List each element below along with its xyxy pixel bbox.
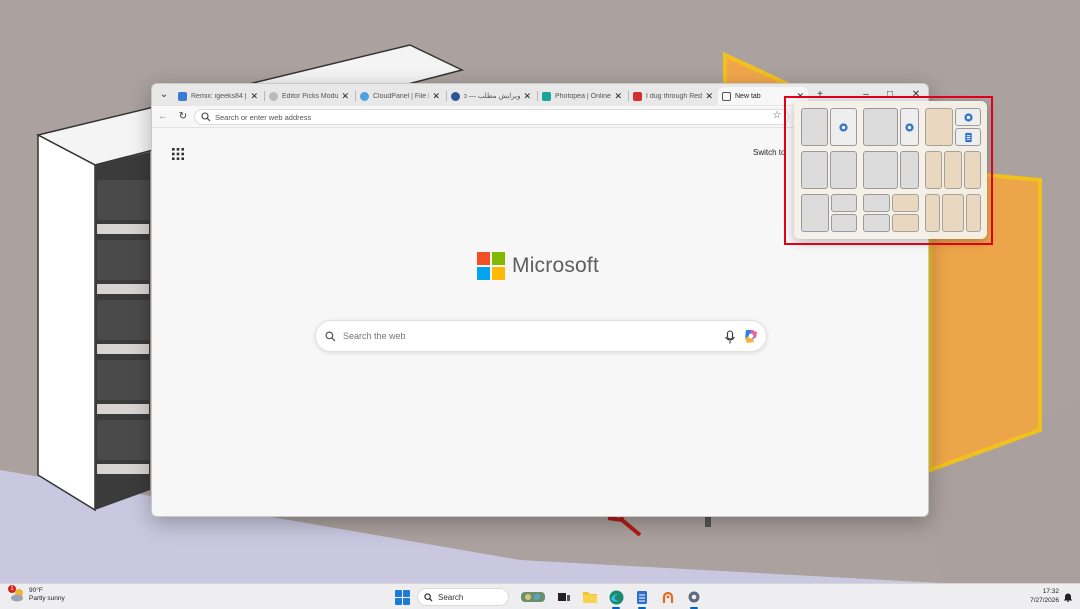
tab-editor-picks[interactable]: Editor Picks Modul ✕ [265, 87, 353, 105]
close-icon[interactable]: ✕ [250, 91, 258, 101]
close-icon[interactable]: ✕ [705, 91, 713, 101]
settings-gear-icon[interactable] [686, 589, 702, 609]
taskbar-apps: Search [395, 588, 707, 609]
cloud-icon [360, 91, 369, 101]
weather-temperature: 90°F [29, 587, 43, 594]
tab-title: CloudPanel | File M [373, 92, 430, 100]
taskbar-search-label: Search [438, 592, 464, 602]
tab-favicon-icon [451, 91, 460, 101]
clock-date: 7/27/2026 [1030, 596, 1059, 604]
copilot-icon[interactable] [742, 327, 760, 345]
close-icon[interactable]: ✕ [523, 91, 531, 101]
file-explorer-icon[interactable] [582, 589, 598, 605]
close-icon[interactable]: ✕ [432, 91, 440, 101]
web-search-input[interactable] [343, 331, 703, 341]
microsoft-wordmark: Microsoft [512, 254, 599, 277]
tab-photopea[interactable]: Photopea | Online I ✕ [538, 87, 626, 105]
apps-launcher-icon[interactable] [172, 148, 184, 160]
search-icon [424, 592, 433, 602]
weather-alert-badge: 1 [8, 585, 16, 593]
task-view-icon[interactable] [556, 589, 572, 605]
tab-cloudpanel[interactable]: CloudPanel | File M ✕ [356, 87, 444, 105]
microsoft-logo: Microsoft [477, 252, 599, 280]
widgets-icon[interactable] [520, 589, 546, 605]
tab-title: Photopea | Online I [555, 92, 612, 100]
tab-actions-chevron-icon[interactable]: ⌄ [156, 88, 172, 102]
tab-wordpress-edit[interactable]: ویرایش مطلب — ro ✕ [447, 87, 535, 105]
search-icon [325, 330, 336, 341]
tab-title: Editor Picks Modul [282, 92, 339, 100]
weather-condition: Partly sunny [29, 595, 65, 602]
new-tab-page-icon [722, 91, 731, 101]
tab-favicon-icon [178, 91, 187, 101]
notepad-icon[interactable] [634, 589, 650, 609]
tab-title: ویرایش مطلب — ro [464, 93, 521, 100]
windows-start-icon[interactable] [395, 589, 410, 605]
search-icon [201, 112, 211, 122]
tab-title: I dug through Redd [646, 92, 703, 100]
address-bar[interactable] [194, 109, 789, 125]
clock-time: 17:32 [1042, 588, 1059, 595]
system-clock[interactable]: 17:32 7/27/2026 [1017, 588, 1059, 605]
highlight-annotation [784, 96, 993, 245]
back-icon[interactable]: ← [156, 110, 170, 124]
tab-favicon-icon [269, 91, 278, 101]
close-icon[interactable]: ✕ [614, 91, 622, 101]
favorite-star-icon[interactable]: ☆ [771, 110, 783, 122]
web-search-box[interactable] [315, 320, 767, 352]
microphone-icon[interactable] [724, 330, 736, 344]
close-icon[interactable]: ✕ [341, 91, 349, 101]
tab-remix[interactable]: Remix: igeeks84 | ✕ [174, 87, 262, 105]
refresh-icon[interactable]: ↻ [176, 110, 190, 124]
photopea-icon [542, 91, 551, 101]
address-input[interactable] [215, 112, 715, 122]
tab-favicon-icon [633, 91, 642, 101]
tab-title: Remix: igeeks84 | [191, 92, 247, 100]
edge-browser-icon[interactable] [608, 589, 624, 609]
partly-sunny-icon: 1 [8, 585, 26, 603]
taskbar-search[interactable]: Search [417, 588, 509, 606]
switch-to-link[interactable]: Switch to [753, 148, 785, 157]
app-icon-orange[interactable] [660, 589, 676, 605]
weather-widget[interactable]: 1 90°F Partly sunny [8, 585, 65, 603]
microsoft-squares-icon [477, 252, 505, 280]
notification-bell-icon[interactable] [1063, 592, 1073, 602]
taskbar: 1 90°F Partly sunny Search 17:32 7/27/20… [0, 583, 1080, 609]
tab-reddit-article[interactable]: I dug through Redd ✕ [629, 87, 717, 105]
